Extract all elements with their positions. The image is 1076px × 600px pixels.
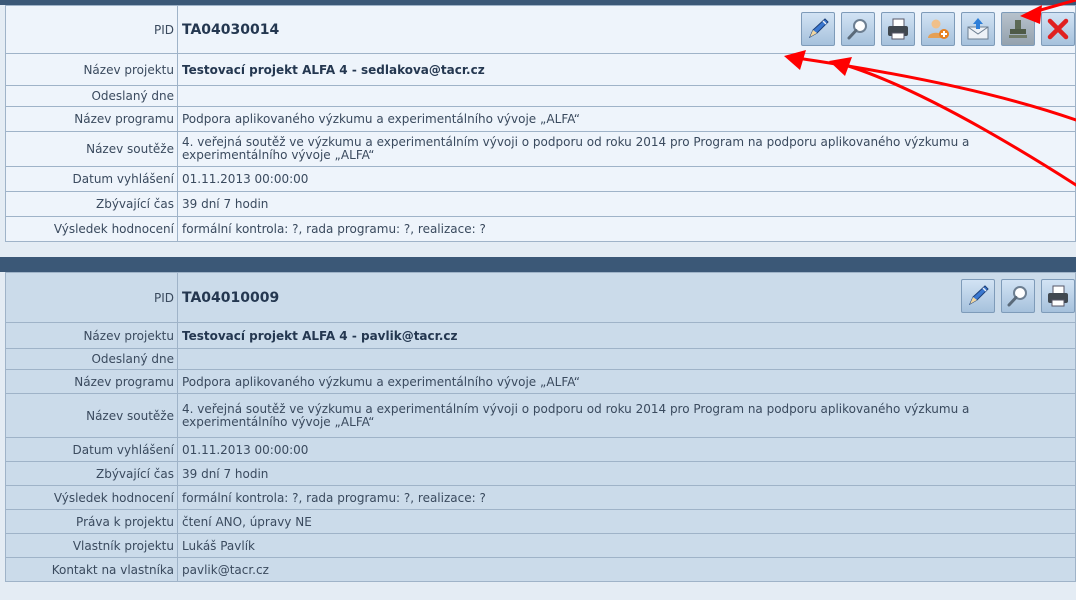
send-mail-icon bbox=[967, 18, 989, 40]
field-label: Název projektu bbox=[5, 53, 178, 86]
detail-row-evaluation-result: Výsledek hodnocení formální kontrola: ?,… bbox=[5, 485, 1076, 510]
field-label: Vlastník projektu bbox=[5, 533, 178, 558]
action-toolbar bbox=[961, 279, 1075, 313]
field-value: čtení ANO, úpravy NE bbox=[177, 509, 1076, 534]
field-value: 4. veřejná soutěž ve výzkumu a experimen… bbox=[177, 393, 1076, 438]
field-label: Název soutěže bbox=[5, 131, 178, 167]
field-value: 01.11.2013 00:00:00 bbox=[177, 437, 1076, 462]
field-value: formální kontrola: ?, rada programu: ?, … bbox=[177, 485, 1076, 510]
field-label: Výsledek hodnocení bbox=[5, 485, 178, 510]
send-button[interactable] bbox=[961, 12, 995, 46]
field-value: Lukáš Pavlík bbox=[177, 533, 1076, 558]
view-button[interactable] bbox=[841, 12, 875, 46]
print-button[interactable] bbox=[1041, 279, 1075, 313]
printer-icon bbox=[888, 18, 908, 40]
project-record: PID TA04010009 Název projektu Testovací … bbox=[5, 272, 1076, 582]
field-label: Datum vyhlášení bbox=[5, 437, 178, 462]
pid-value: TA04010009 bbox=[182, 289, 280, 306]
pid-row: PID TA04030014 bbox=[5, 5, 1076, 54]
field-value: formální kontrola: ?, rada programu: ?, … bbox=[177, 216, 1076, 242]
field-label: Zbývající čas bbox=[5, 461, 178, 486]
detail-row-project-name: Název projektu Testovací projekt ALFA 4 … bbox=[5, 322, 1076, 349]
detail-row-competition-name: Název soutěže 4. veřejná soutěž ve výzku… bbox=[5, 131, 1076, 167]
detail-row-announce-date: Datum vyhlášení 01.11.2013 00:00:00 bbox=[5, 437, 1076, 462]
pid-label: PID bbox=[5, 272, 178, 323]
detail-row-evaluation-result: Výsledek hodnocení formální kontrola: ?,… bbox=[5, 216, 1076, 242]
field-value: 39 dní 7 hodin bbox=[177, 191, 1076, 217]
field-value: pavlik@tacr.cz bbox=[177, 557, 1076, 582]
field-label: Název soutěže bbox=[5, 393, 178, 438]
stamp-button[interactable] bbox=[1001, 12, 1035, 46]
edit-button[interactable] bbox=[801, 12, 835, 46]
magnifier-icon bbox=[1007, 286, 1027, 307]
pid-value: TA04030014 bbox=[182, 21, 280, 38]
field-label: Odeslaný dne bbox=[5, 85, 178, 107]
pencil-icon bbox=[808, 18, 829, 39]
field-value: 39 dní 7 hodin bbox=[177, 461, 1076, 486]
delete-button[interactable] bbox=[1041, 12, 1075, 46]
detail-row-project-name: Název projektu Testovací projekt ALFA 4 … bbox=[5, 53, 1076, 86]
field-label: Název programu bbox=[5, 106, 178, 132]
detail-row-program-name: Název programu Podpora aplikovaného výzk… bbox=[5, 106, 1076, 132]
field-label: Datum vyhlášení bbox=[5, 166, 178, 192]
add-user-button[interactable] bbox=[921, 12, 955, 46]
field-label: Název projektu bbox=[5, 322, 178, 349]
pencil-icon bbox=[968, 285, 989, 306]
delete-icon bbox=[1047, 18, 1069, 40]
action-toolbar bbox=[801, 12, 1075, 46]
edit-button[interactable] bbox=[961, 279, 995, 313]
print-button[interactable] bbox=[881, 12, 915, 46]
project-record: PID TA04030014 Název projektu Testovací … bbox=[5, 5, 1076, 242]
detail-row-program-name: Název programu Podpora aplikovaného výzk… bbox=[5, 369, 1076, 394]
field-value: 01.11.2013 00:00:00 bbox=[177, 166, 1076, 192]
field-label: Práva k projektu bbox=[5, 509, 178, 534]
field-value bbox=[177, 348, 1076, 370]
pid-label: PID bbox=[5, 5, 178, 54]
field-value: 4. veřejná soutěž ve výzkumu a experimen… bbox=[177, 131, 1076, 167]
detail-row-sent-date: Odeslaný dne bbox=[5, 85, 1076, 107]
detail-row-announce-date: Datum vyhlášení 01.11.2013 00:00:00 bbox=[5, 166, 1076, 192]
pid-row: PID TA04010009 bbox=[5, 272, 1076, 323]
project-name: Testovací projekt ALFA 4 - sedlakova@tac… bbox=[177, 53, 1076, 86]
stamp-icon bbox=[1009, 20, 1027, 38]
project-name: Testovací projekt ALFA 4 - pavlik@tacr.c… bbox=[177, 322, 1076, 349]
detail-row-sent-date: Odeslaný dne bbox=[5, 348, 1076, 370]
magnifier-icon bbox=[847, 19, 867, 40]
add-user-icon bbox=[928, 19, 949, 39]
detail-row-project-owner: Vlastník projektu Lukáš Pavlík bbox=[5, 533, 1076, 558]
field-value: Podpora aplikovaného výzkumu a experimen… bbox=[177, 106, 1076, 132]
detail-row-project-rights: Práva k projektu čtení ANO, úpravy NE bbox=[5, 509, 1076, 534]
record-divider-bar bbox=[0, 257, 1076, 272]
field-label: Název programu bbox=[5, 369, 178, 394]
detail-row-owner-contact: Kontakt na vlastníka pavlik@tacr.cz bbox=[5, 557, 1076, 582]
field-label: Zbývající čas bbox=[5, 191, 178, 217]
printer-icon bbox=[1048, 285, 1068, 307]
detail-row-remaining-time: Zbývající čas 39 dní 7 hodin bbox=[5, 191, 1076, 217]
field-label: Výsledek hodnocení bbox=[5, 216, 178, 242]
field-value: Podpora aplikovaného výzkumu a experimen… bbox=[177, 369, 1076, 394]
view-button[interactable] bbox=[1001, 279, 1035, 313]
field-label: Kontakt na vlastníka bbox=[5, 557, 178, 582]
detail-row-remaining-time: Zbývající čas 39 dní 7 hodin bbox=[5, 461, 1076, 486]
detail-row-competition-name: Název soutěže 4. veřejná soutěž ve výzku… bbox=[5, 393, 1076, 438]
field-label: Odeslaný dne bbox=[5, 348, 178, 370]
field-value bbox=[177, 85, 1076, 107]
